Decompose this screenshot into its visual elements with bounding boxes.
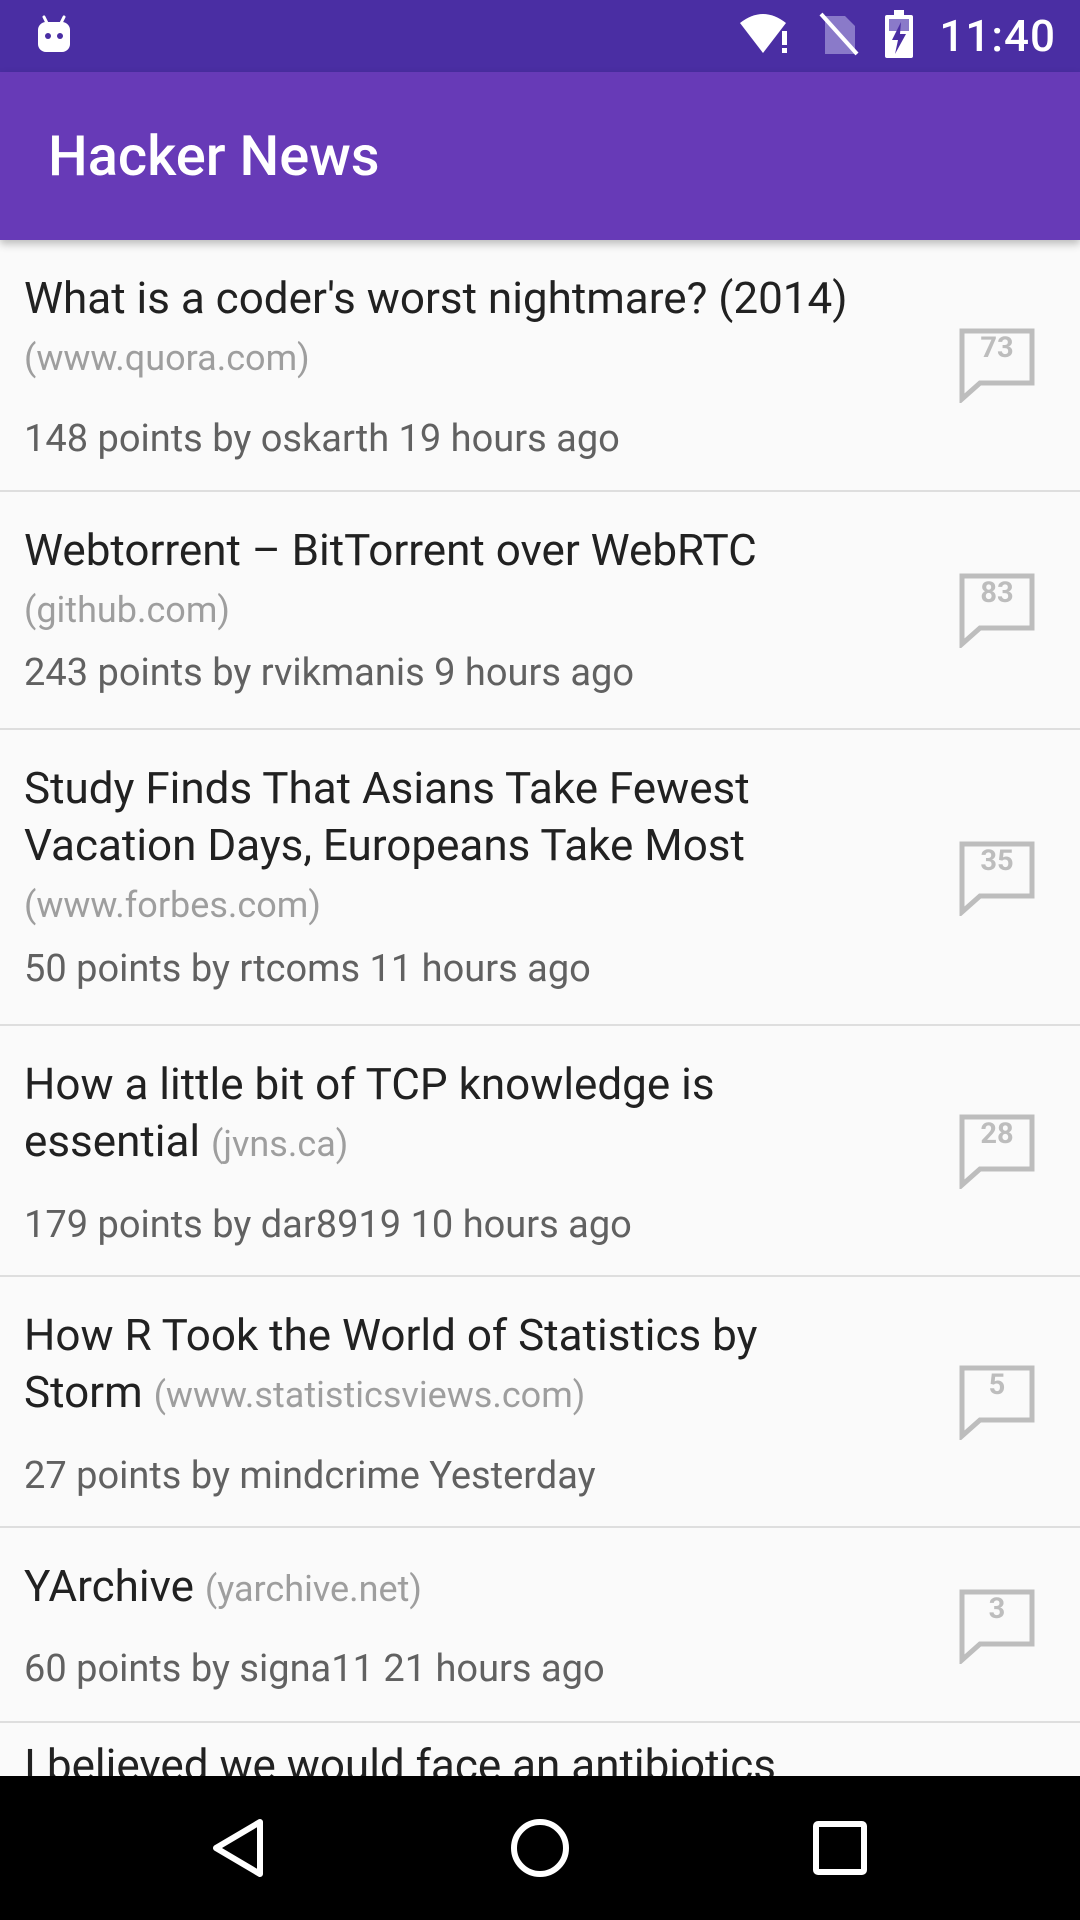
story-headline[interactable]: Study Finds That Asians Take Fewest Vaca… — [24, 760, 854, 934]
comments-button[interactable]: 35 — [958, 840, 1036, 916]
story-list[interactable]: What is a coder's worst nightmare? (2014… — [0, 240, 1080, 1776]
comments-button[interactable]: 3 — [958, 1588, 1036, 1664]
story-item[interactable]: Study Finds That Asians Take Fewest Vaca… — [0, 730, 1080, 1026]
story-domain: (www.quora.com) — [24, 337, 310, 379]
story-item[interactable]: How R Took the World of Statistics by St… — [0, 1277, 1080, 1528]
app-title: Hacker News — [48, 123, 380, 189]
comment-count: 5 — [988, 1368, 1006, 1402]
story-title: Webtorrent – BitTorrent over WebRTC — [24, 524, 757, 576]
story-domain: (github.com) — [24, 589, 230, 631]
story-meta: 179 points by dar8919 10 hours ago — [24, 1203, 632, 1247]
comment-count: 73 — [980, 331, 1014, 365]
story-meta: 148 points by oskarth 19 hours ago — [24, 417, 620, 461]
story-title: I believed we would face an antibiotics — [24, 1739, 776, 1776]
status-clock: 11:40 — [939, 10, 1056, 62]
story-title: How a little bit of TCP knowledge is ess… — [24, 1058, 715, 1167]
no-sim-icon — [819, 12, 859, 60]
comments-button[interactable]: 5 — [958, 1364, 1036, 1440]
story-headline[interactable]: How a little bit of TCP knowledge is ess… — [24, 1056, 854, 1173]
story-headline[interactable]: What is a coder's worst nightmare? (2014… — [24, 270, 854, 387]
back-icon[interactable] — [208, 1816, 272, 1880]
story-item[interactable]: YArchive (yarchive.net) 60 points by sig… — [0, 1528, 1080, 1723]
story-headline[interactable]: I believed we would face an antibiotics — [24, 1737, 854, 1776]
navigation-bar — [0, 1776, 1080, 1920]
recents-icon[interactable] — [808, 1816, 872, 1880]
story-domain: (www.statisticsviews.com) — [153, 1374, 586, 1416]
story-domain: (jvns.ca) — [211, 1123, 349, 1165]
story-meta: 243 points by rvikmanis 9 hours ago — [24, 651, 635, 695]
comments-button[interactable]: 73 — [958, 327, 1036, 403]
story-title: YArchive — [24, 1560, 194, 1612]
story-headline[interactable]: How R Took the World of Statistics by St… — [24, 1307, 854, 1424]
comments-button[interactable]: 28 — [958, 1113, 1036, 1189]
comments-button[interactable]: 83 — [958, 572, 1036, 648]
story-meta: 60 points by signa11 21 hours ago — [24, 1647, 605, 1691]
wifi-alert-icon — [739, 13, 793, 59]
story-domain: (www.forbes.com) — [24, 884, 321, 926]
story-headline[interactable]: YArchive (yarchive.net) — [24, 1558, 854, 1618]
story-item[interactable]: Webtorrent – BitTorrent over WebRTC (git… — [0, 492, 1080, 730]
story-item[interactable]: What is a coder's worst nightmare? (2014… — [0, 240, 1080, 492]
story-headline[interactable]: Webtorrent – BitTorrent over WebRTC (git… — [24, 522, 854, 639]
comment-count: 3 — [988, 1592, 1006, 1626]
story-title: What is a coder's worst nightmare? (2014… — [24, 272, 848, 324]
comment-count: 28 — [980, 1117, 1014, 1151]
story-item[interactable]: How a little bit of TCP knowledge is ess… — [0, 1026, 1080, 1277]
android-debug-icon — [34, 14, 74, 54]
story-meta: 50 points by rtcoms 11 hours ago — [24, 947, 591, 991]
story-title: Study Finds That Asians Take Fewest Vaca… — [24, 762, 750, 871]
app-bar: Hacker News — [0, 72, 1080, 240]
story-domain: (yarchive.net) — [204, 1568, 422, 1610]
comment-count: 35 — [980, 844, 1014, 878]
comment-count: 83 — [980, 576, 1014, 610]
status-bar: 11:40 — [0, 0, 1080, 72]
story-item[interactable]: I believed we would face an antibiotics — [0, 1723, 1080, 1776]
story-meta: 27 points by mindcrime Yesterday — [24, 1454, 596, 1498]
home-icon[interactable] — [508, 1816, 572, 1880]
battery-charging-icon — [885, 10, 914, 62]
